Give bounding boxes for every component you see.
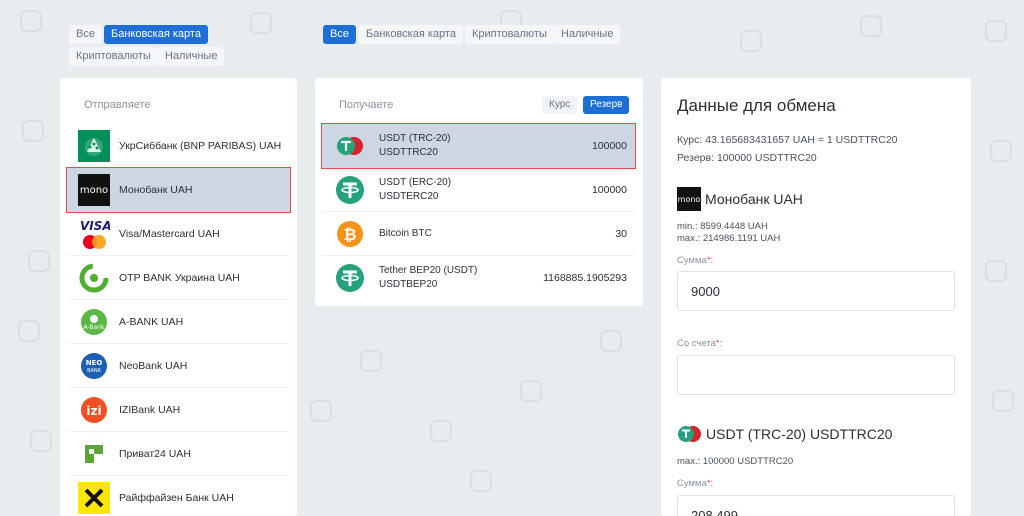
receive-item-name: Tether BEP20 (USDT) xyxy=(379,265,478,276)
receive-panel: Получаете Курс Резерв USDT (TRC-20) USDTT… xyxy=(315,78,643,306)
otp-bank-logo xyxy=(78,262,110,294)
receive-filter-bank-card[interactable]: Банковская карта xyxy=(359,25,463,44)
receive-filter-all[interactable]: Все xyxy=(323,25,356,44)
receive-filter-cash[interactable]: Наличные xyxy=(554,25,621,44)
send-item-label: УкрСиббанк (BNP PARIBAS) UAH xyxy=(119,139,282,152)
receive-item-bitcoin[interactable]: ₿ Bitcoin BTC 30 xyxy=(322,212,635,256)
receive-item-amount: 1168885.1905293 xyxy=(543,272,627,284)
give-max: max.: 214986.1191 UAH xyxy=(677,233,781,244)
svg-text:₿: ₿ xyxy=(343,225,356,244)
reserve-line: Резерв: 100000 USDTTRC20 xyxy=(677,152,817,164)
account-label: Со счета*: xyxy=(677,338,723,349)
get-currency-title: USDT (TRC-20) USDTTRC20 xyxy=(677,424,892,444)
exchange-data-panel: Данные для обмена Курс: 43.165683431657 … xyxy=(661,78,971,516)
visa-mastercard-logo: VISA xyxy=(78,218,110,250)
receive-item-name: USDT (ERC-20) xyxy=(379,176,452,188)
receive-item-amount: 100000 xyxy=(591,140,627,152)
receive-item-code: USDTBEP20 xyxy=(379,279,438,290)
send-item-label: Монобанк UAH xyxy=(119,184,193,196)
send-item-privat24[interactable]: Приват24 UAH xyxy=(68,432,290,476)
account-input[interactable] xyxy=(677,355,955,395)
raiffeisen-logo xyxy=(78,482,110,514)
send-item-otp-bank[interactable]: OTP BANK Украина UAH xyxy=(68,256,290,300)
send-panel: Отправляете УкрСиббанк (BNP PARIBAS) UAH… xyxy=(60,78,297,516)
receive-panel-title: Получаете xyxy=(339,99,394,111)
receive-item-tether-bep20[interactable]: Tether BEP20 (USDT) USDTBEP20 1168885.190… xyxy=(322,256,635,300)
rate-value: 43.165683431657 UAH = 1 USDTTRC20 xyxy=(705,134,898,146)
receive-item-name: USDT (TRC-20) xyxy=(379,133,451,144)
get-sum-label: Сумма*: xyxy=(677,478,714,489)
send-filter-bank-card[interactable]: Банковская карта xyxy=(104,25,208,44)
bitcoin-icon: ₿ xyxy=(335,219,365,249)
svg-text:A-Bank: A-Bank xyxy=(84,324,106,331)
svg-text:izi: izi xyxy=(86,404,101,418)
exchange-title: Данные для обмена xyxy=(677,96,836,115)
svg-text:VISA: VISA xyxy=(80,219,110,233)
toggle-rate-button[interactable]: Курс xyxy=(542,96,578,114)
receive-filter-crypto[interactable]: Криптовалюты xyxy=(465,25,554,44)
receive-item-usdt-erc20[interactable]: USDT (ERC-20) USDTERC20 100000 xyxy=(322,168,635,212)
neobank-logo: NEO BANK xyxy=(78,350,110,382)
send-item-label: OTP BANK Украина UAH xyxy=(119,271,240,284)
receive-item-name: Bitcoin BTC xyxy=(379,227,432,239)
give-sum-label: Сумма*: xyxy=(677,255,714,266)
svg-text:NEO: NEO xyxy=(86,359,103,367)
get-max: max.: 100000 USDTTRC20 xyxy=(677,456,794,467)
send-item-izibank[interactable]: izi IZIBank UAH xyxy=(68,388,290,432)
svg-text:BANK: BANK xyxy=(87,368,102,374)
receive-item-code: USDTERC20 xyxy=(379,190,439,202)
send-item-visa-mastercard[interactable]: VISA Visa/Mastercard UAH xyxy=(68,212,290,256)
izibank-logo: izi xyxy=(78,394,110,426)
send-item-label: A-BANK UAH xyxy=(119,315,184,328)
send-item-label: NeoBank UAH xyxy=(119,359,188,372)
send-filter-all[interactable]: Все xyxy=(69,25,102,44)
send-item-raiffeisen[interactable]: Райффайзен Банк UAH xyxy=(68,476,290,516)
toggle-reserve-button[interactable]: Резерв xyxy=(583,96,630,114)
send-item-monobank[interactable]: mono Монобанк UAH xyxy=(66,167,291,213)
reserve-value: 100000 USDTTRC20 xyxy=(716,152,817,164)
send-item-label: Райффайзен Банк UAH xyxy=(119,492,234,504)
receive-item-amount: 100000 xyxy=(591,183,627,196)
usdt-erc20-icon xyxy=(335,175,365,205)
monobank-logo: mono xyxy=(677,187,701,211)
rate-line: Курс: 43.165683431657 UAH = 1 USDTTRC20 xyxy=(677,134,898,146)
usdt-trc20-icon xyxy=(678,426,701,442)
privat24-logo xyxy=(78,438,110,470)
send-item-label: Visa/Mastercard UAH xyxy=(119,227,220,240)
send-item-ukrsibbank[interactable]: УкрСиббанк (BNP PARIBAS) UAH xyxy=(68,124,290,168)
give-sum-input[interactable]: 9000 xyxy=(677,271,955,311)
send-item-label: IZIBank UAH xyxy=(119,403,181,416)
receive-item-usdt-trc20[interactable]: USDT (TRC-20) USDTTRC20 100000 xyxy=(321,123,636,169)
ukrsibbank-logo xyxy=(78,129,110,162)
send-item-a-bank[interactable]: A-Bank A-BANK UAH xyxy=(68,300,290,344)
monobank-logo: mono xyxy=(78,174,110,206)
receive-item-amount: 30 xyxy=(615,227,627,240)
send-panel-title: Отправляете xyxy=(84,99,151,111)
send-filter-crypto[interactable]: Криптовалюты xyxy=(69,47,158,66)
receive-item-code: USDTTRC20 xyxy=(379,147,438,158)
usdt-trc20-icon xyxy=(335,131,365,161)
give-currency-title: mono Монобанк UAH xyxy=(677,187,803,211)
give-min: min.: 8599.4448 UAH xyxy=(677,221,768,232)
send-item-label: Приват24 UAH xyxy=(119,447,191,460)
get-sum-input[interactable]: 208.499 xyxy=(677,495,955,516)
tether-bep20-icon xyxy=(335,263,365,293)
send-item-neobank[interactable]: NEO BANK NeoBank UAH xyxy=(68,344,290,388)
a-bank-logo: A-Bank xyxy=(78,306,110,338)
send-filter-cash[interactable]: Наличные xyxy=(158,47,225,66)
